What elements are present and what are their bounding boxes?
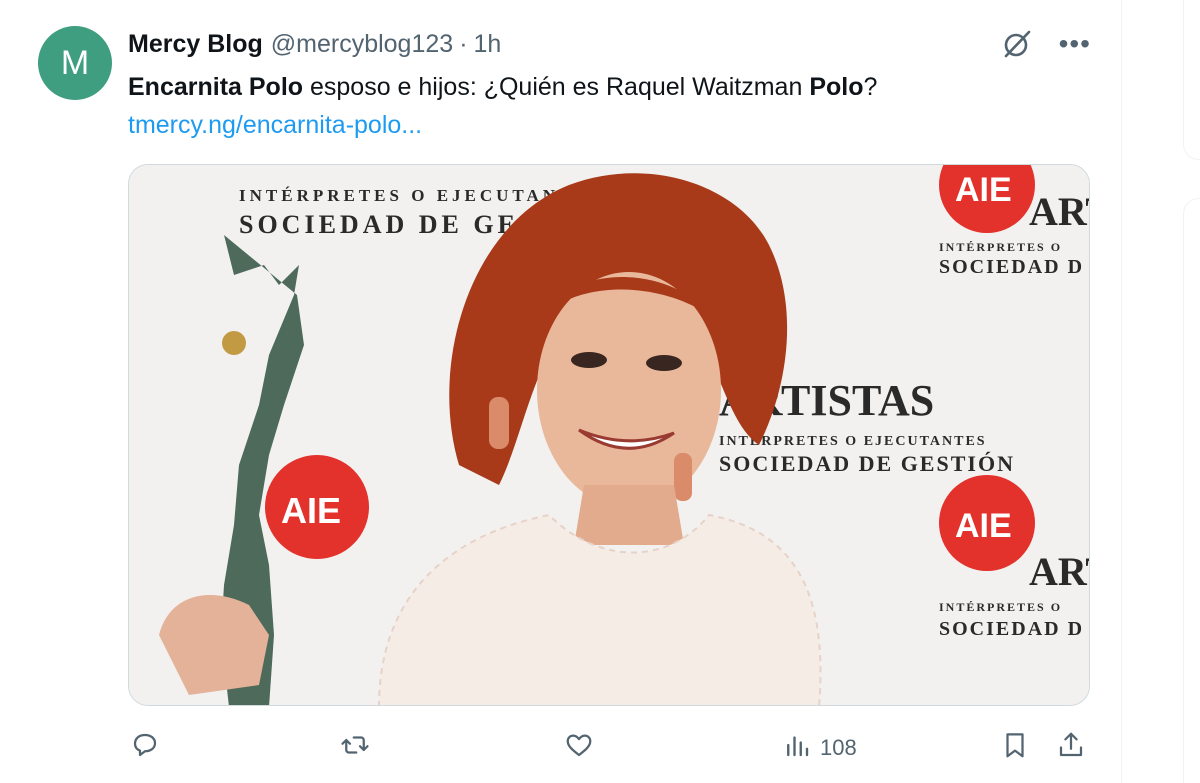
backdrop-text: ART [1029, 549, 1090, 594]
tweet-time[interactable]: 1h [474, 30, 502, 59]
aie-logo-text: AIE [955, 171, 1012, 209]
views-count: 108 [820, 735, 857, 760]
tweet-header: Mercy Blog @mercyblog123 · 1h [128, 28, 501, 60]
tweet-media-image[interactable]: INTÉRPRETES O EJECUTANTES SOCIEDAD DE GE… [128, 164, 1090, 706]
tweet-text-part: Polo [809, 73, 864, 101]
backdrop-text: INTÉRPRETES O [939, 600, 1062, 614]
grok-icon[interactable] [1001, 28, 1033, 60]
backdrop-text: SOCIEDAD DE GESTIÓN [719, 451, 1015, 476]
tweet-text-part: ? [863, 73, 878, 101]
tweet-top-icons: ••• [1001, 28, 1091, 60]
bookmark-button[interactable] [1000, 728, 1030, 768]
views-icon [782, 730, 812, 766]
separator-dot: · [459, 29, 468, 58]
reply-button[interactable] [130, 728, 168, 768]
aie-logo: AIE [265, 455, 369, 559]
sidebar-card [1183, 0, 1200, 160]
backdrop-text: SOCIEDAD D [939, 256, 1084, 278]
tweet-text: Encarnita Polo esposo e hijos: ¿Quién es… [128, 70, 1088, 104]
retweet-icon [340, 730, 370, 766]
like-icon [564, 730, 594, 766]
sidebar-card [1183, 198, 1200, 783]
aie-logo-text: AIE [955, 507, 1012, 545]
share-button[interactable] [1056, 728, 1086, 768]
tweet-actions: 108 [128, 728, 1090, 768]
media-photo: INTÉRPRETES O EJECUTANTES SOCIEDAD DE GE… [129, 165, 1090, 705]
backdrop-text: INTÉRPRETES O [939, 240, 1062, 254]
avatar[interactable]: M [38, 26, 112, 100]
backdrop-text: SOCIEDAD D [939, 618, 1084, 640]
aie-logo: AIE [939, 475, 1035, 571]
more-icon[interactable]: ••• [1059, 30, 1091, 58]
tweet-text-part: esposo e hijos: ¿Quién es Raquel Waitzma… [303, 73, 810, 101]
tweet-link[interactable]: tmercy.ng/encarnita-polo... [128, 108, 422, 142]
share-icon [1056, 730, 1086, 766]
views-button[interactable]: 108 [782, 728, 857, 768]
tweet-card[interactable]: M Mercy Blog @mercyblog123 · 1h ••• Enca… [0, 0, 1122, 783]
author-name[interactable]: Mercy Blog [128, 30, 263, 59]
aie-logo-text: AIE [281, 490, 341, 531]
right-sidebar-edge [1183, 0, 1200, 783]
like-button[interactable] [564, 728, 602, 768]
reply-icon [130, 730, 160, 766]
backdrop-text: ART [1029, 189, 1090, 234]
bookmark-icon [1000, 730, 1030, 766]
avatar-letter: M [60, 43, 90, 82]
retweet-button[interactable] [340, 728, 378, 768]
tweet-text-part: Encarnita Polo [128, 73, 304, 101]
author-handle[interactable]: @mercyblog123 [271, 30, 453, 59]
